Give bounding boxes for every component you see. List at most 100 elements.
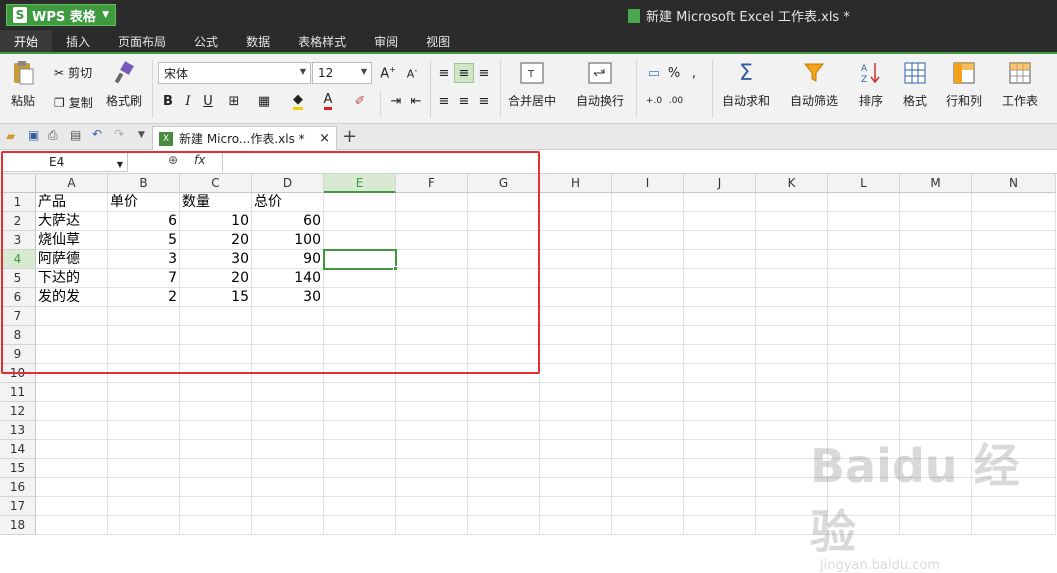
bold-button[interactable]: B [158,91,178,111]
format-button[interactable]: 格式 [902,60,928,109]
align-middle-button[interactable]: ≡ [454,63,474,83]
cell-c17[interactable] [180,497,252,516]
cell-i6[interactable] [612,288,684,307]
autosum-button[interactable]: Σ 自动求和 [722,60,770,109]
cell-j2[interactable] [684,212,756,231]
cell-j8[interactable] [684,326,756,345]
cell-e12[interactable] [324,402,396,421]
cell-h9[interactable] [540,345,612,364]
currency-button[interactable]: ▭ [644,63,664,83]
cell-k6[interactable] [756,288,828,307]
cell-i14[interactable] [612,440,684,459]
cell-l3[interactable] [828,231,900,250]
tab-view[interactable]: 视图 [412,30,464,52]
cell-b16[interactable] [108,478,180,497]
cell-m3[interactable] [900,231,972,250]
cell-h14[interactable] [540,440,612,459]
cell-k9[interactable] [756,345,828,364]
cell-e11[interactable] [324,383,396,402]
cell-j17[interactable] [684,497,756,516]
cell-m12[interactable] [900,402,972,421]
cell-h5[interactable] [540,269,612,288]
cell-n8[interactable] [972,326,1056,345]
cell-j3[interactable] [684,231,756,250]
cell-h1[interactable] [540,193,612,212]
cell-c12[interactable] [180,402,252,421]
cell-j13[interactable] [684,421,756,440]
cell-n3[interactable] [972,231,1056,250]
cell-n9[interactable] [972,345,1056,364]
font-name-select[interactable]: 宋体 ▼ [158,62,311,84]
cell-g14[interactable] [468,440,540,459]
cell-b14[interactable] [108,440,180,459]
cell-a14[interactable] [36,440,108,459]
cell-h3[interactable] [540,231,612,250]
row-col-button[interactable]: 行和列 [946,60,982,109]
cell-n12[interactable] [972,402,1056,421]
cell-e13[interactable] [324,421,396,440]
cell-h6[interactable] [540,288,612,307]
increase-font-button[interactable]: A+ [378,63,398,83]
cell-k4[interactable] [756,250,828,269]
cell-f14[interactable] [396,440,468,459]
decrease-decimal-button[interactable]: .00 [666,91,686,111]
cell-i16[interactable] [612,478,684,497]
cell-k7[interactable] [756,307,828,326]
cell-c16[interactable] [180,478,252,497]
cell-k12[interactable] [756,402,828,421]
cell-g12[interactable] [468,402,540,421]
indent-button[interactable]: ⇥ [386,91,406,111]
column-header-j[interactable]: J [684,174,756,193]
cell-i15[interactable] [612,459,684,478]
app-menu-button[interactable]: S WPS 表格 ▼ [6,4,116,26]
cell-e18[interactable] [324,516,396,535]
cell-l5[interactable] [828,269,900,288]
redo-icon[interactable]: ↷ [114,127,124,141]
row-header-12[interactable]: 12 [0,402,36,421]
cell-a18[interactable] [36,516,108,535]
cell-b12[interactable] [108,402,180,421]
save-icon[interactable]: ▣ [28,128,39,142]
cell-d15[interactable] [252,459,324,478]
cell-i3[interactable] [612,231,684,250]
cell-m8[interactable] [900,326,972,345]
cell-j9[interactable] [684,345,756,364]
cell-b11[interactable] [108,383,180,402]
cell-d14[interactable] [252,440,324,459]
cell-c14[interactable] [180,440,252,459]
cell-e16[interactable] [324,478,396,497]
cell-m2[interactable] [900,212,972,231]
align-center-button[interactable]: ≡ [454,91,474,111]
cell-i11[interactable] [612,383,684,402]
cell-n2[interactable] [972,212,1056,231]
outdent-button[interactable]: ⇤ [406,91,426,111]
print-preview-icon[interactable]: ▤ [70,128,81,142]
cell-k8[interactable] [756,326,828,345]
tab-data[interactable]: 数据 [232,30,284,52]
cell-c13[interactable] [180,421,252,440]
cell-i2[interactable] [612,212,684,231]
cell-l2[interactable] [828,212,900,231]
paste-button[interactable]: 粘贴 [10,60,36,109]
cell-h7[interactable] [540,307,612,326]
cell-n5[interactable] [972,269,1056,288]
cell-d16[interactable] [252,478,324,497]
font-color-button[interactable]: A [318,91,338,111]
cell-m9[interactable] [900,345,972,364]
cell-j7[interactable] [684,307,756,326]
cell-f17[interactable] [396,497,468,516]
cell-i10[interactable] [612,364,684,383]
cut-button[interactable]: ✂ 剪切 [54,64,92,81]
cell-i13[interactable] [612,421,684,440]
align-right-button[interactable]: ≡ [474,91,494,111]
clear-format-button[interactable]: ✐ [350,91,370,111]
cell-n7[interactable] [972,307,1056,326]
cell-d17[interactable] [252,497,324,516]
cell-j6[interactable] [684,288,756,307]
autofilter-button[interactable]: 自动筛选 [790,60,838,109]
cell-a13[interactable] [36,421,108,440]
cell-j1[interactable] [684,193,756,212]
cell-l10[interactable] [828,364,900,383]
font-size-select[interactable]: 12 ▼ [312,62,372,84]
cell-a11[interactable] [36,383,108,402]
